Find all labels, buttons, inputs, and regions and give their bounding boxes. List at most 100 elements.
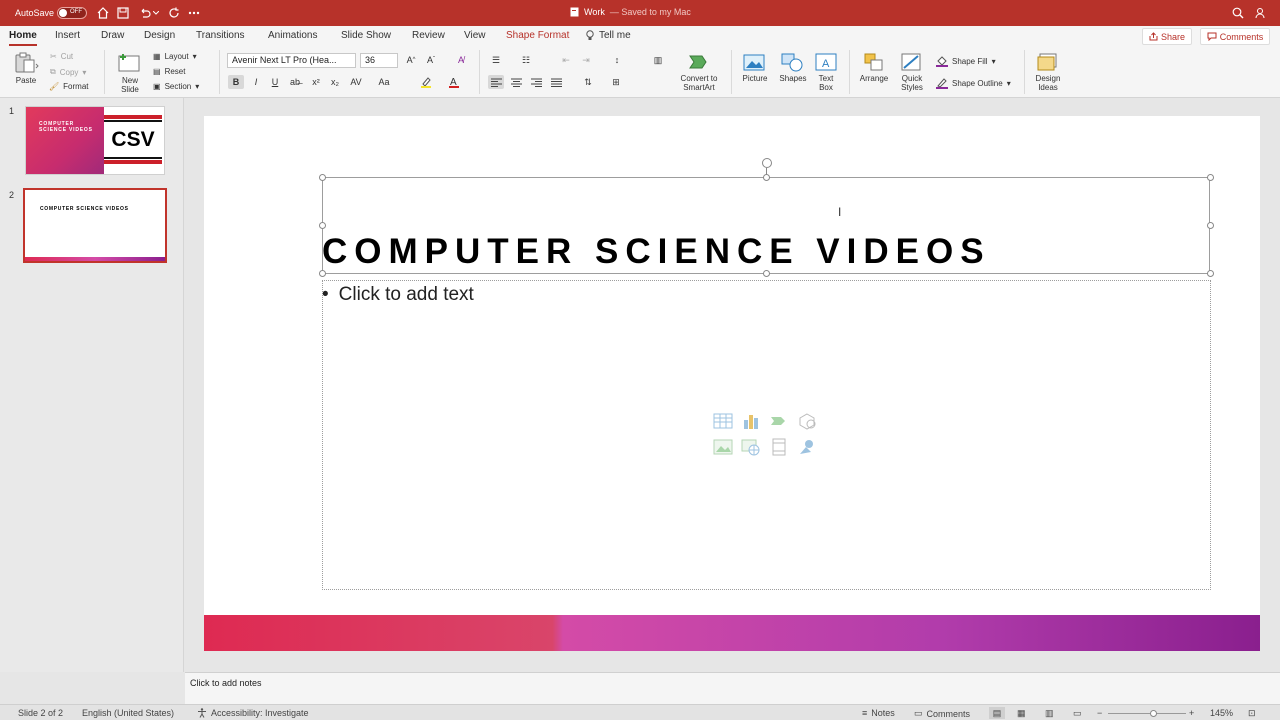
- italic-button[interactable]: I: [248, 75, 264, 89]
- tab-insert[interactable]: Insert: [55, 30, 80, 41]
- slide-title[interactable]: COMPUTER SCIENCE VIDEOS: [322, 232, 1222, 272]
- notes-toggle[interactable]: ≡ Notes: [862, 708, 895, 718]
- slide-thumbnail-panel[interactable]: [0, 98, 184, 672]
- numbering-icon[interactable]: ☷: [518, 53, 534, 67]
- tab-shape-format[interactable]: Shape Format: [506, 30, 569, 41]
- reset-button[interactable]: ▤ Reset: [153, 67, 185, 76]
- align-center-icon[interactable]: [508, 75, 524, 89]
- home-icon[interactable]: [96, 6, 110, 20]
- comments-button[interactable]: Comments: [1200, 28, 1270, 45]
- undo-icon[interactable]: [138, 6, 152, 20]
- zoom-slider-thumb[interactable]: [1150, 710, 1157, 717]
- tab-review[interactable]: Review: [412, 30, 445, 41]
- notes-pane[interactable]: Click to add notes: [185, 672, 1280, 704]
- video-icon[interactable]: [769, 438, 789, 456]
- bold-button[interactable]: B: [228, 75, 244, 89]
- people-icon[interactable]: [1254, 6, 1268, 20]
- new-slide-button[interactable]: New Slide: [113, 52, 147, 94]
- align-right-icon[interactable]: [528, 75, 544, 89]
- highlight-icon[interactable]: [418, 75, 434, 89]
- tab-animations[interactable]: Animations: [268, 30, 317, 41]
- slide-thumbnail-2[interactable]: COMPUTER SCIENCE VIDEOS: [23, 188, 167, 263]
- align-left-icon[interactable]: [488, 75, 504, 89]
- shape-fill-button[interactable]: Shape Fill ▾: [936, 55, 996, 67]
- justify-icon[interactable]: [548, 75, 564, 89]
- body-placeholder[interactable]: • Click to add text: [322, 284, 474, 306]
- search-icon[interactable]: [1231, 6, 1245, 20]
- language-status[interactable]: English (United States): [82, 708, 174, 718]
- resize-handle[interactable]: [319, 222, 326, 229]
- comments-toggle[interactable]: ▭ Comments: [914, 708, 970, 719]
- character-spacing-button[interactable]: AV: [346, 75, 366, 89]
- tab-home[interactable]: Home: [9, 30, 37, 46]
- autosave-toggle[interactable]: OFF: [57, 7, 87, 19]
- resize-handle[interactable]: [1207, 174, 1214, 181]
- font-name-dropdown[interactable]: Avenir Next LT Pro (Hea...: [227, 53, 356, 68]
- subscript-button[interactable]: x₂: [327, 75, 343, 89]
- undo-dropdown-icon[interactable]: [152, 6, 160, 20]
- accessibility-status[interactable]: Accessibility: Investigate: [197, 708, 309, 718]
- redo-icon[interactable]: [167, 6, 181, 20]
- font-size-dropdown[interactable]: 36: [360, 53, 398, 68]
- tell-me[interactable]: Tell me: [586, 30, 631, 41]
- slide-show-icon[interactable]: ▭: [1073, 708, 1082, 719]
- save-icon[interactable]: [116, 6, 130, 20]
- fit-to-window-icon[interactable]: ⊡: [1248, 708, 1256, 719]
- superscript-button[interactable]: x²: [308, 75, 324, 89]
- bullets-icon[interactable]: ☰: [488, 53, 504, 67]
- resize-handle[interactable]: [1207, 222, 1214, 229]
- tab-transitions[interactable]: Transitions: [196, 30, 245, 41]
- font-color-icon[interactable]: A: [446, 75, 462, 89]
- strikethrough-button[interactable]: ab̶: [287, 75, 303, 89]
- slide-thumbnail-1[interactable]: COMPUTER SCIENCE VIDEOS CSV: [25, 106, 165, 175]
- chart-icon[interactable]: [741, 412, 761, 430]
- zoom-level[interactable]: 145%: [1210, 708, 1233, 718]
- tab-slide-show[interactable]: Slide Show: [341, 30, 391, 41]
- copy-button[interactable]: ⧉ Copy ▾: [50, 67, 86, 77]
- cut-button[interactable]: ✂ Cut: [50, 52, 73, 61]
- tab-draw[interactable]: Draw: [101, 30, 124, 41]
- share-button[interactable]: Share: [1142, 28, 1192, 45]
- decrease-font-icon[interactable]: Aˇ: [423, 53, 439, 67]
- paste-button[interactable]: Paste: [9, 52, 43, 85]
- columns-icon[interactable]: ▥: [650, 53, 666, 67]
- align-text-icon[interactable]: ⊞: [608, 75, 624, 89]
- design-ideas-button[interactable]: Design Ideas: [1031, 52, 1065, 92]
- zoom-out-button[interactable]: −: [1097, 708, 1102, 718]
- smartart-icon[interactable]: [769, 412, 789, 430]
- decrease-indent-icon[interactable]: ⇤: [558, 53, 574, 67]
- document-title[interactable]: Work — Saved to my Mac: [570, 7, 691, 17]
- zoom-in-button[interactable]: +: [1189, 708, 1194, 718]
- rotate-handle[interactable]: [762, 158, 772, 168]
- text-direction-icon[interactable]: ⇅: [580, 75, 596, 89]
- zoom-slider-track[interactable]: [1108, 713, 1186, 714]
- increase-font-icon[interactable]: A ^: [403, 53, 419, 67]
- online-picture-icon[interactable]: [741, 438, 761, 456]
- format-painter-button[interactable]: 🖌 Format: [49, 82, 89, 91]
- layout-button[interactable]: ▦ Layout ▾: [153, 52, 197, 61]
- table-icon[interactable]: [713, 412, 733, 430]
- section-button[interactable]: ▣ Section ▾: [153, 82, 199, 91]
- resize-handle[interactable]: [763, 174, 770, 181]
- picture-icon[interactable]: [713, 438, 733, 456]
- reading-view-icon[interactable]: ▥: [1045, 708, 1054, 719]
- shapes-button[interactable]: Shapes: [775, 52, 811, 83]
- icons-icon[interactable]: [797, 438, 817, 456]
- line-spacing-icon[interactable]: ↕: [609, 53, 625, 67]
- normal-view-icon[interactable]: ▤: [989, 707, 1005, 719]
- increase-indent-icon[interactable]: ⇥: [578, 53, 594, 67]
- convert-smartart-button[interactable]: Convert to SmartArt: [673, 52, 725, 92]
- tab-view[interactable]: View: [464, 30, 486, 41]
- slide-sorter-icon[interactable]: ▦: [1017, 708, 1026, 719]
- underline-button[interactable]: U: [267, 75, 283, 89]
- more-icon[interactable]: [187, 6, 201, 20]
- change-case-button[interactable]: Aa: [375, 75, 393, 89]
- quick-styles-button[interactable]: Quick Styles: [895, 52, 929, 92]
- shape-outline-button[interactable]: Shape Outline ▾: [936, 77, 1011, 89]
- 3d-model-icon[interactable]: [797, 412, 817, 430]
- tab-design[interactable]: Design: [144, 30, 175, 41]
- text-box-button[interactable]: A Text Box: [813, 52, 839, 92]
- clear-formatting-icon[interactable]: A̸: [453, 53, 469, 67]
- arrange-button[interactable]: Arrange: [856, 52, 892, 83]
- resize-handle[interactable]: [319, 174, 326, 181]
